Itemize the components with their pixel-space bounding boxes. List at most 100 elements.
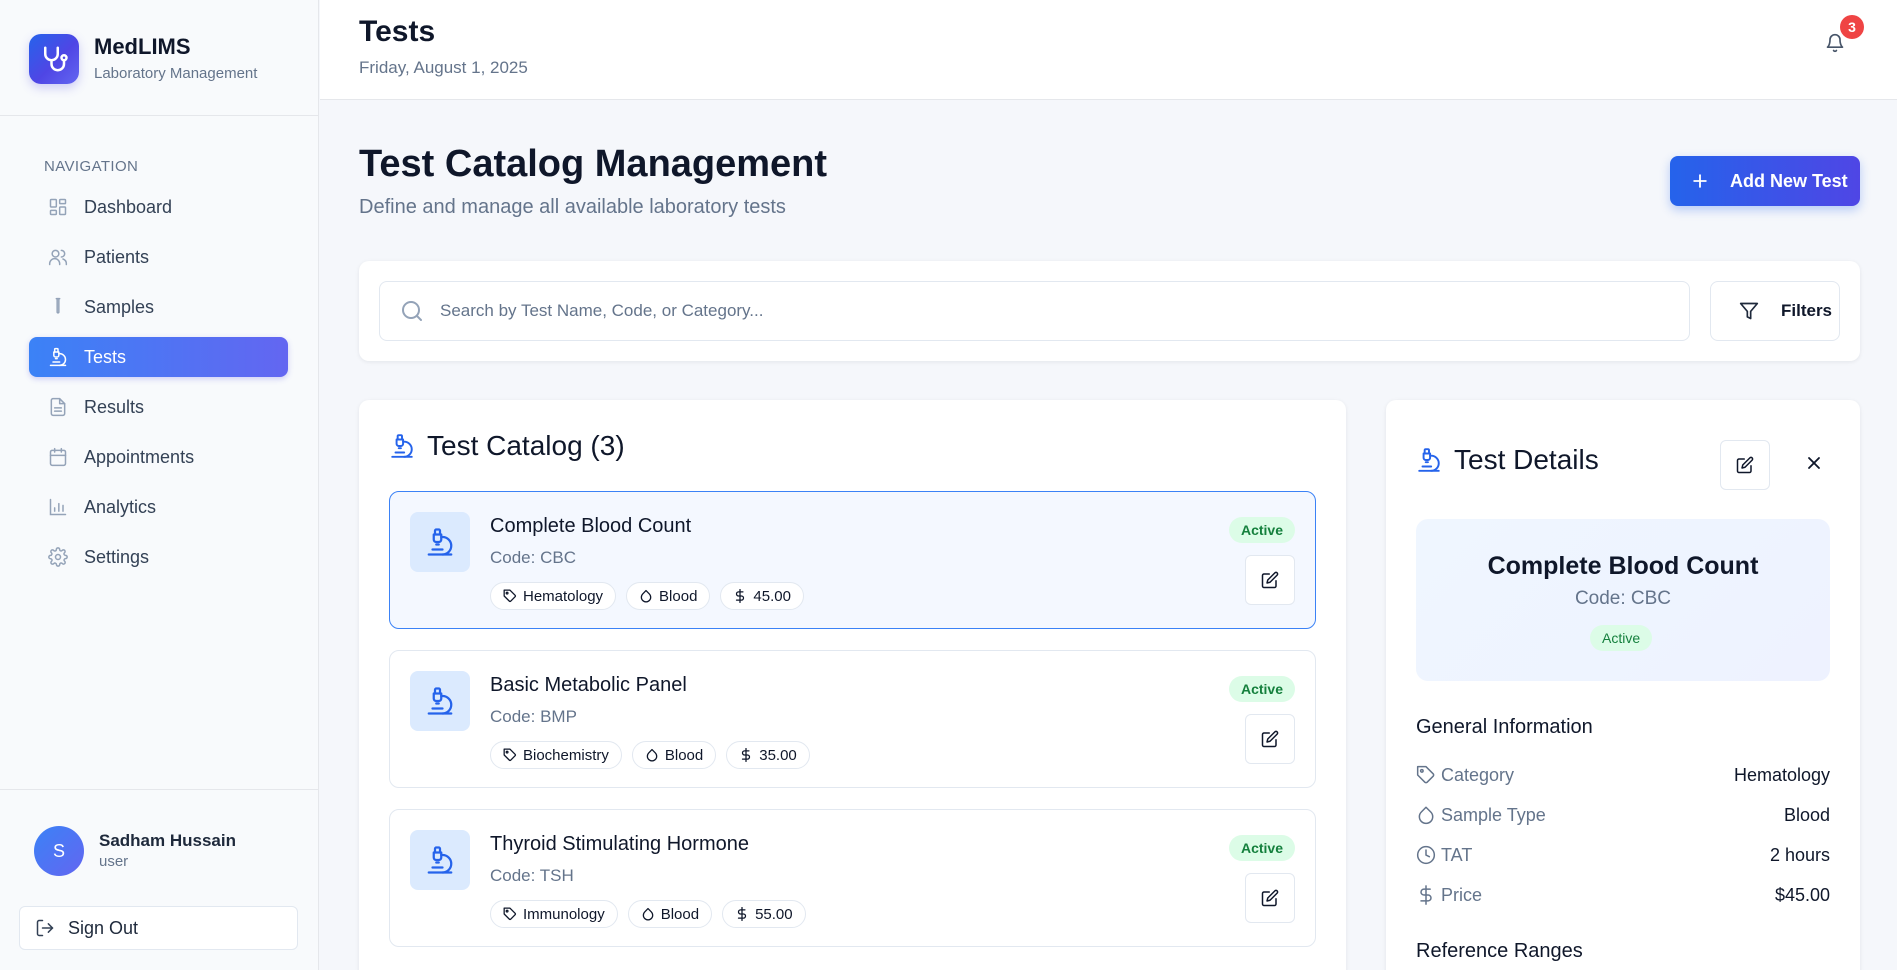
microscope-icon (410, 830, 470, 890)
dollar-icon (1416, 885, 1436, 905)
status-badge: Active (1228, 835, 1295, 861)
sign-out-button[interactable]: Sign Out (19, 906, 298, 950)
sample-label: Blood (664, 746, 704, 764)
edit-icon (1261, 889, 1279, 907)
document-icon (48, 397, 68, 417)
test-name: Complete Blood Count (490, 515, 692, 537)
sidebar-item-label: Tests (84, 346, 127, 367)
page-subtitle: Define and manage all available laborato… (359, 196, 786, 218)
price-label: 35.00 (759, 746, 797, 764)
sidebar-item-label: Settings (84, 546, 150, 567)
tag-icon (503, 907, 517, 921)
filter-icon (1739, 301, 1759, 321)
header-date: Friday, August 1, 2025 (359, 58, 528, 77)
status-badge: Active (1590, 625, 1653, 651)
test-row[interactable]: Complete Blood Count Code: CBC Hematolog… (389, 491, 1316, 629)
filters-button[interactable]: Filters (1710, 281, 1840, 341)
search-input[interactable] (440, 301, 1640, 321)
status-badge: Active (1228, 517, 1295, 543)
page-header-title: Tests (359, 15, 436, 48)
info-row-price: Price $45.00 (1416, 882, 1830, 908)
edit-test-button[interactable] (1245, 714, 1295, 764)
details-summary: Complete Blood Count Code: CBC Active (1416, 519, 1830, 681)
test-catalog-panel: Test Catalog (3) Complete Blood Count Co… (359, 400, 1346, 970)
edit-details-button[interactable] (1720, 440, 1770, 490)
sample-label: Blood (659, 587, 698, 605)
sidebar-item-patients[interactable]: Patients (29, 237, 288, 277)
sample-tag: Blood (626, 582, 711, 610)
divider (0, 789, 319, 790)
users-icon (48, 247, 68, 267)
user-card: S Sadham Hussain user (34, 826, 236, 876)
sample-tag: Blood (631, 741, 717, 769)
nav-heading: NAVIGATION (44, 158, 139, 175)
test-row[interactable]: Basic Metabolic Panel Code: BMP Biochemi… (389, 650, 1316, 788)
info-value: 2 hours (1769, 844, 1830, 865)
add-new-test-button[interactable]: Add New Test (1670, 156, 1860, 206)
status-badge: Active (1228, 676, 1295, 702)
sidebar-item-settings[interactable]: Settings (29, 537, 288, 577)
details-test-code: Code: CBC (1574, 588, 1672, 609)
reference-ranges-heading: Reference Ranges (1416, 940, 1583, 962)
price-label: 45.00 (753, 587, 791, 605)
info-value: Blood (1783, 804, 1830, 825)
test-tags: Biochemistry Blood 35.00 (490, 741, 820, 769)
test-tags: Hematology Blood 45.00 (490, 582, 814, 610)
sidebar-item-appointments[interactable]: Appointments (29, 437, 288, 477)
notification-badge: 3 (1840, 15, 1864, 39)
close-icon[interactable] (1804, 453, 1828, 477)
search-icon (400, 299, 424, 323)
microscope-icon (1416, 447, 1442, 473)
edit-icon (1261, 571, 1279, 589)
test-code: Code: TSH (490, 866, 574, 885)
droplet-icon (639, 589, 653, 603)
search-box[interactable] (379, 281, 1690, 341)
gear-icon (48, 547, 68, 567)
edit-icon (1736, 456, 1754, 474)
stethoscope-icon (29, 33, 79, 84)
info-value: $45.00 (1774, 884, 1830, 905)
info-row-sample-type: Sample Type Blood (1416, 802, 1830, 828)
test-details-panel: Test Details Complete Blood Count Code: … (1386, 400, 1860, 970)
tag-icon (1416, 765, 1436, 785)
category-tag: Immunology (490, 900, 618, 928)
catalog-title-text: Test Catalog (3) (427, 430, 625, 461)
edit-icon (1261, 730, 1279, 748)
test-tube-icon (48, 297, 68, 317)
category-tag: Biochemistry (490, 741, 622, 769)
sidebar-item-samples[interactable]: Samples (29, 287, 288, 327)
edit-test-button[interactable] (1245, 873, 1295, 923)
test-name: Thyroid Stimulating Hormone (490, 833, 749, 855)
sidebar-item-dashboard[interactable]: Dashboard (29, 187, 288, 227)
microscope-icon (48, 347, 68, 367)
info-label: TAT (1441, 844, 1473, 865)
info-label: Price (1441, 884, 1483, 905)
sidebar-item-label: Dashboard (84, 196, 173, 217)
category-label: Biochemistry (523, 746, 609, 764)
sidebar-item-label: Results (84, 396, 145, 417)
user-name: Sadham Hussain (99, 831, 236, 850)
clock-icon (1416, 845, 1436, 865)
sign-out-label: Sign Out (68, 917, 139, 938)
price-tag: 45.00 (720, 582, 804, 610)
edit-test-button[interactable] (1245, 555, 1295, 605)
catalog-title: Test Catalog (3) (389, 430, 625, 462)
general-info-heading: General Information (1416, 716, 1593, 738)
sidebar-item-tests[interactable]: Tests (29, 337, 288, 377)
add-new-test-label: Add New Test (1730, 170, 1848, 191)
sidebar-item-analytics[interactable]: Analytics (29, 487, 288, 527)
price-tag: 35.00 (726, 741, 810, 769)
microscope-icon (410, 512, 470, 572)
logout-icon (35, 918, 55, 938)
info-row-tat: TAT 2 hours (1416, 842, 1830, 868)
category-label: Immunology (523, 905, 605, 923)
sidebar-item-results[interactable]: Results (29, 387, 288, 427)
brand[interactable]: MedLIMS Laboratory Management (29, 33, 257, 84)
test-code: Code: BMP (490, 707, 577, 726)
droplet-icon (641, 907, 655, 921)
category-label: Hematology (523, 587, 604, 605)
category-tag: Hematology (490, 582, 617, 610)
test-name: Basic Metabolic Panel (490, 674, 687, 696)
test-row[interactable]: Thyroid Stimulating Hormone Code: TSH Im… (389, 809, 1316, 947)
droplet-icon (1416, 805, 1436, 825)
